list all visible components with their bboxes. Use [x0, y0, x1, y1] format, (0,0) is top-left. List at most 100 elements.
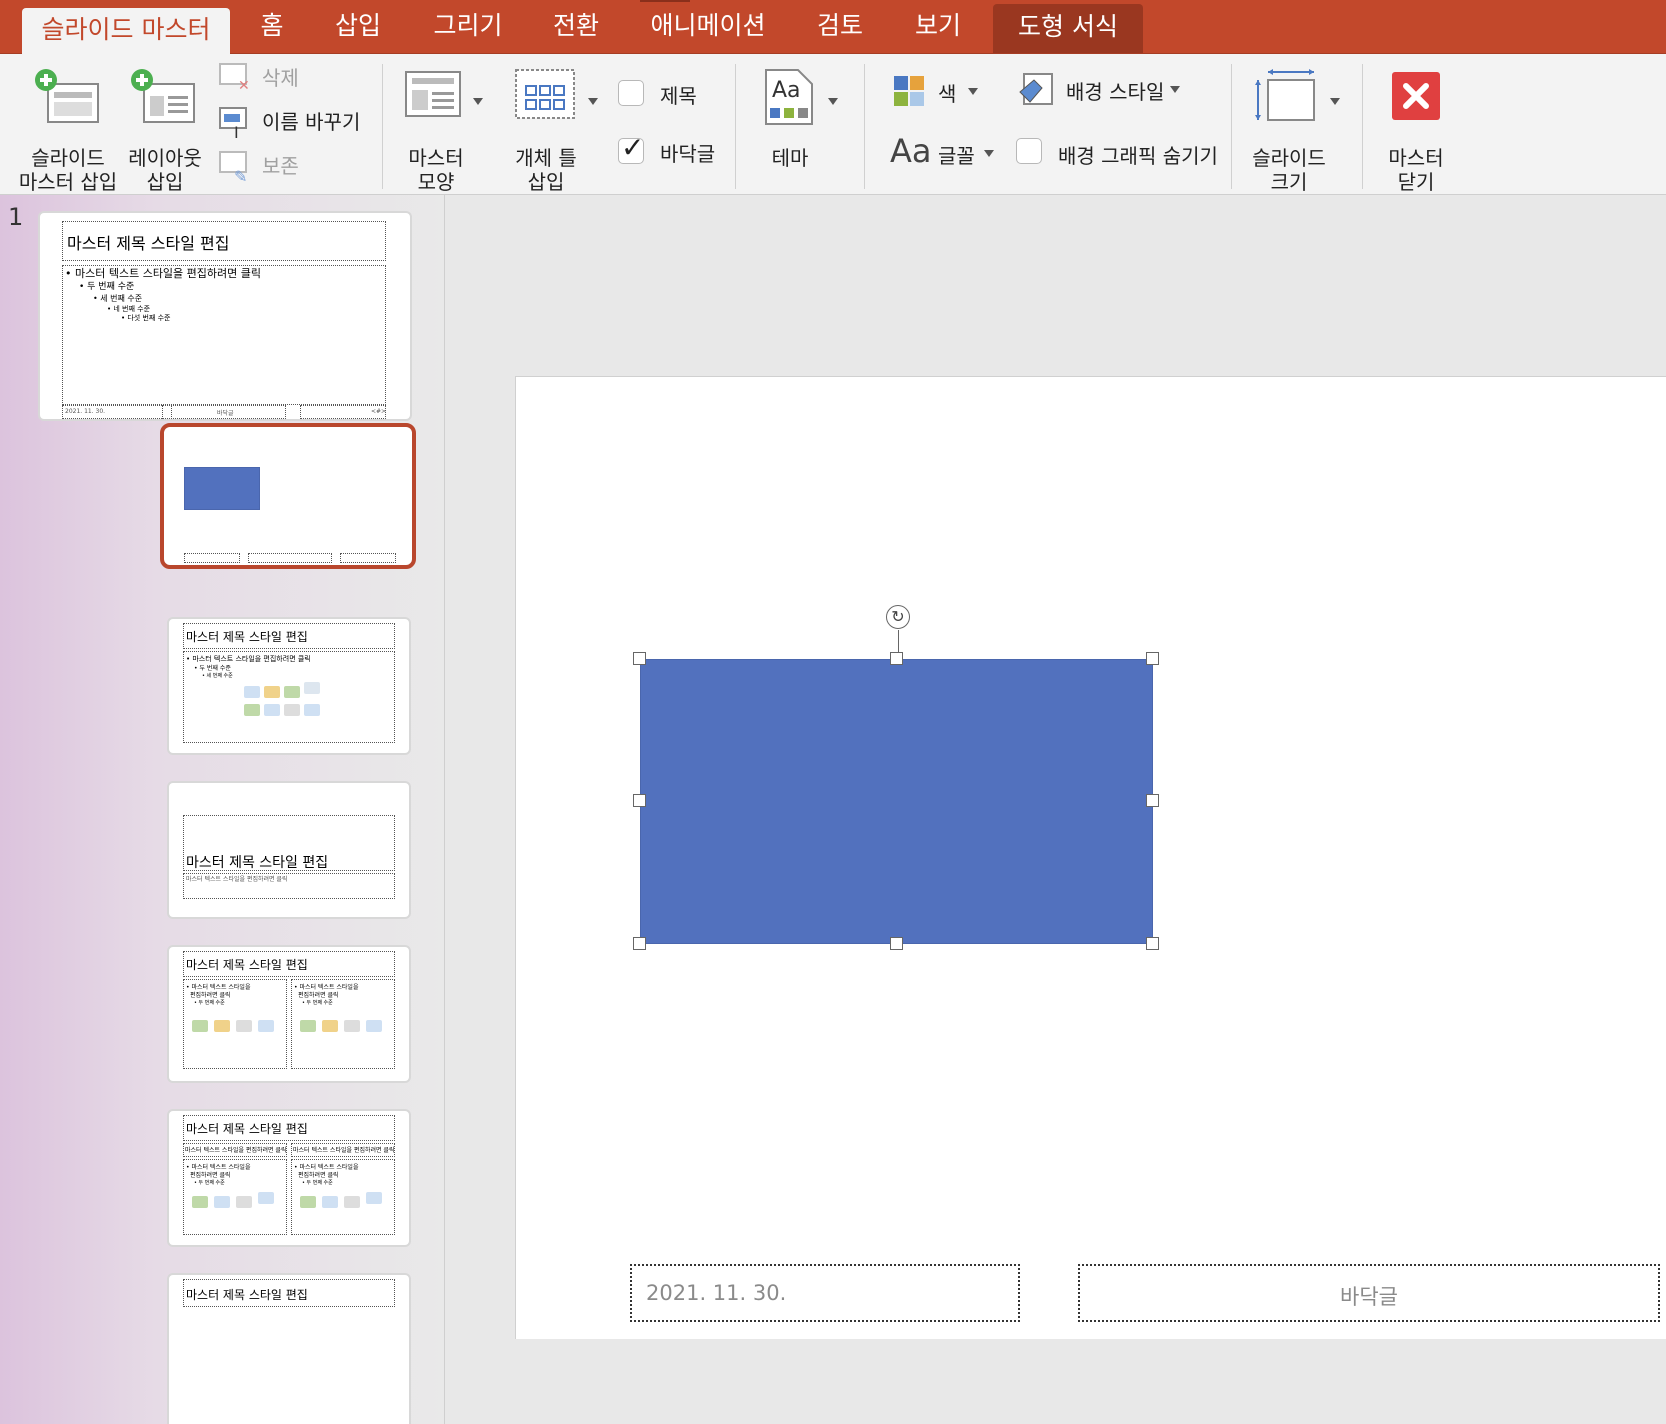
thumbnail-date: 2021. 11. 30.: [65, 408, 106, 415]
slide-number: 1: [8, 203, 24, 231]
resize-handle-top-right[interactable]: [1146, 652, 1159, 665]
resize-handle-left[interactable]: [633, 794, 646, 807]
thumbnail-footer-text: 바닥글: [217, 410, 234, 417]
preserve-button[interactable]: ✎ 보존: [218, 148, 368, 184]
thumbnail-subtitle-placeholder: 마스터 텍스트 스타일을 편집하려면 클릭: [183, 873, 395, 899]
thumbnail-date-placeholder: 2021. 11. 30.: [62, 405, 172, 419]
tab-view[interactable]: 보기: [910, 0, 966, 53]
fonts-icon: Aa: [890, 132, 932, 170]
master-layout-button[interactable]: 마스터 모양: [396, 66, 488, 194]
thumbnail-right-content-placeholder: • 마스터 텍스트 스타일을 편집하려면 클릭 • 두 번째 수준: [291, 979, 395, 1069]
rename-icon: I: [219, 107, 247, 140]
fonts-button[interactable]: Aa 글꼴: [890, 132, 1010, 174]
smartart-icon: [284, 686, 300, 698]
thumbnail-left-content-placeholder: • 마스터 텍스트 스타일을 편집하려면 클릭 • 두 번째 수준: [183, 1159, 287, 1235]
resize-handle-top-left[interactable]: [633, 652, 646, 665]
colors-button[interactable]: 색: [894, 76, 1004, 112]
thumbnail-layout-title-content[interactable]: 마스터 제목 스타일 편집 • 마스터 텍스트 스타일을 편집하려면 클릭 • …: [167, 617, 411, 755]
thumbnail-layout-section-header[interactable]: 마스터 제목 스타일 편집 마스터 텍스트 스타일을 편집하려면 클릭: [167, 781, 411, 919]
ribbon-tab-bar: 슬라이드 마스터 홈 삽입 그리기 전환 애니메이션 검토 보기 도형 서식: [0, 0, 1666, 54]
thumbnail-number-placeholder: <#>: [300, 405, 386, 419]
thumbnail-title: 마스터 제목 스타일 편집: [186, 958, 308, 972]
thumbnail-title-placeholder: 마스터 제목 스타일 편집: [183, 1115, 395, 1141]
hide-background-checkbox-box[interactable]: [1016, 138, 1042, 164]
thumbnail-left-heading-placeholder: 마스터 텍스트 스타일을 편집하려면 클릭: [183, 1143, 287, 1157]
insert-slide-master-label-1: 슬라이드: [31, 146, 105, 170]
insert-placeholder-dropdown-icon: [588, 98, 598, 105]
rename-button[interactable]: I 이름 바꾸기: [218, 104, 378, 140]
resize-handle-right[interactable]: [1146, 794, 1159, 807]
thumbnail-slide-master[interactable]: 마스터 제목 스타일 편집 • 마스터 텍스트 스타일을 편집하려면 클릭 • …: [38, 211, 412, 421]
tab-insert[interactable]: 삽입: [330, 0, 386, 53]
svg-text:I: I: [234, 123, 239, 140]
thumbnail-left-heading: 마스터 텍스트 스타일을 편집하려면 클릭: [185, 1147, 287, 1154]
insert-layout-button[interactable]: 레이아웃 삽입: [122, 66, 208, 194]
tab-draw[interactable]: 그리기: [428, 0, 508, 53]
fonts-label: 글꼴: [938, 144, 975, 168]
selected-rectangle-shape[interactable]: [640, 659, 1153, 944]
title-checkbox[interactable]: 제목: [618, 78, 718, 110]
theme-button[interactable]: Aa 테마: [756, 66, 856, 176]
theme-label: 테마: [771, 146, 809, 170]
background-styles-button[interactable]: 배경 스타일: [1016, 70, 1196, 110]
thumbnail-layout-comparison[interactable]: 마스터 제목 스타일 편집 마스터 텍스트 스타일을 편집하려면 클릭 마스터 …: [167, 1109, 411, 1247]
resize-handle-top[interactable]: [890, 652, 903, 665]
close-master-button[interactable]: 마스터 닫기: [1376, 66, 1456, 194]
resize-handle-bottom-right[interactable]: [1146, 937, 1159, 950]
colors-icon: [894, 76, 924, 106]
colors-dropdown-icon: [968, 88, 978, 95]
online-picture-icon: [214, 1196, 230, 1208]
insert-placeholder-icon: [515, 69, 575, 119]
svg-text:✎: ✎: [234, 167, 247, 184]
tab-transitions[interactable]: 전환: [548, 0, 604, 53]
close-master-label-2: 닫기: [1397, 170, 1435, 194]
thumbnail-body-level-2: • 두 번째 수준: [79, 282, 135, 292]
tab-review[interactable]: 검토: [812, 0, 868, 53]
tab-home[interactable]: 홈: [250, 0, 294, 53]
date-placeholder[interactable]: 2021. 11. 30.: [630, 1264, 1020, 1322]
rotation-handle-icon[interactable]: ↻: [886, 605, 910, 629]
hide-background-graphics-label: 배경 그래픽 숨기기: [1058, 144, 1218, 168]
close-master-label-1: 마스터: [1388, 146, 1444, 170]
thumbnail-title: 마스터 제목 스타일 편집: [186, 855, 329, 871]
thumbnail-body-level-3: • 세 번째 수준: [93, 294, 143, 303]
table-icon: [244, 686, 260, 698]
insert-slide-master-button[interactable]: 슬라이드 마스터 삽입: [14, 66, 122, 194]
slide-thumbnail-pane[interactable]: 1 마스터 제목 스타일 편집 • 마스터 텍스트 스타일을 편집하려면 클릭 …: [0, 195, 445, 1424]
picture-icon: [244, 704, 260, 716]
picture-icon: [192, 1020, 208, 1032]
thumbnail-title-placeholder: 마스터 제목 스타일 편집: [62, 221, 386, 261]
thumbnail-title-placeholder: 마스터 제목 스타일 편집: [183, 951, 395, 977]
insert-placeholder-button[interactable]: 개체 틀 삽입: [506, 66, 606, 194]
thumbnail-left-body-3: • 두 번째 수준: [194, 1180, 225, 1186]
title-checkbox-box[interactable]: [618, 80, 644, 106]
rename-label: 이름 바꾸기: [262, 110, 361, 134]
thumbnail-body-placeholder: • 마스터 텍스트 스타일을 편집하려면 클릭 • 두 번째 수준 • 세 번째…: [62, 265, 386, 405]
tab-shape-format[interactable]: 도형 서식: [993, 4, 1143, 53]
thumbnail-layout-blank[interactable]: [160, 423, 416, 569]
hide-background-graphics-checkbox[interactable]: 배경 그래픽 숨기기: [1016, 136, 1218, 168]
picture-icon: [300, 1020, 316, 1032]
footer-checkbox[interactable]: ✓ 바닥글: [618, 133, 728, 168]
delete-label: 삭제: [262, 66, 299, 90]
thumbnail-title: 마스터 제목 스타일 편집: [67, 234, 230, 253]
tab-animations[interactable]: 애니메이션: [648, 0, 768, 53]
slide-size-button[interactable]: 슬라이드 크기: [1252, 66, 1352, 194]
resize-handle-bottom-left[interactable]: [633, 937, 646, 950]
footer-checkbox-box[interactable]: ✓: [618, 133, 644, 164]
insert-layout-icon: [131, 69, 195, 123]
thumbnail-layout-two-content[interactable]: 마스터 제목 스타일 편집 • 마스터 텍스트 스타일을 편집하려면 클릭 • …: [167, 945, 411, 1083]
date-placeholder-text: 2021. 11. 30.: [646, 1281, 787, 1305]
3d-model-icon: [366, 1192, 382, 1204]
footer-placeholder[interactable]: 바닥글: [1078, 1264, 1660, 1322]
thumbnail-date-placeholder: [184, 553, 240, 563]
resize-handle-bottom[interactable]: [890, 937, 903, 950]
thumbnail-layout-title-only[interactable]: 마스터 제목 스타일 편집: [167, 1273, 411, 1424]
online-picture-icon: [264, 704, 280, 716]
master-layout-dropdown-icon: [473, 98, 483, 105]
colors-label: 색: [938, 82, 957, 106]
thumbnail-title-placeholder: 마스터 제목 스타일 편집: [183, 815, 395, 871]
chart-icon: [264, 686, 280, 698]
delete-button[interactable]: ✕ 삭제: [218, 60, 368, 94]
tab-slide-master[interactable]: 슬라이드 마스터: [22, 8, 230, 54]
